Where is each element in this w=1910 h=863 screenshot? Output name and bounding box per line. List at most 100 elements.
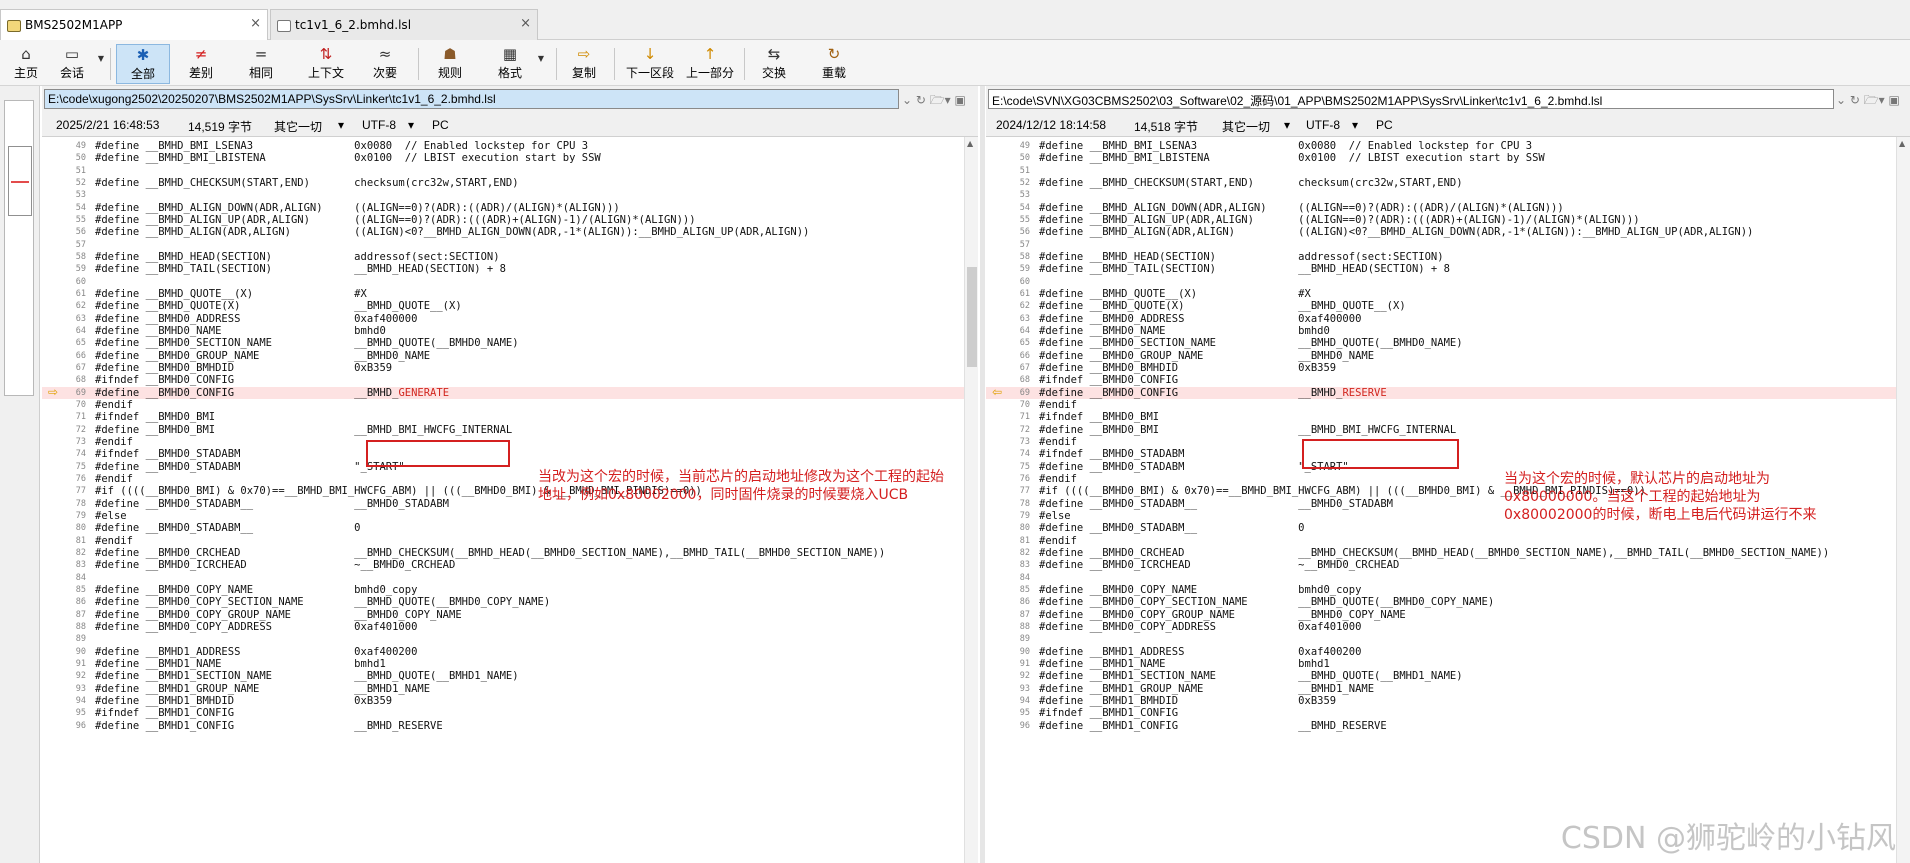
left-code-line[interactable]: 85 #define __BMHD0_COPY_NAME bmhd0_copy xyxy=(42,584,964,596)
dropdown-icon[interactable]: ⌄ xyxy=(902,93,912,107)
home-button[interactable]: ⌂ 主页 xyxy=(8,44,44,84)
right-code-line[interactable]: 61 #define __BMHD_QUOTE__(X) #X xyxy=(986,288,1896,300)
right-code-line[interactable]: 85 #define __BMHD0_COPY_NAME bmhd0_copy xyxy=(986,584,1896,596)
show-diff-button[interactable]: ≠ 差别 xyxy=(176,44,226,84)
close-icon[interactable]: × xyxy=(250,16,261,31)
tab-file[interactable]: tc1v1_6_2.bmhd.lsl × xyxy=(270,9,538,40)
right-path-input[interactable]: E:\code\SVN\XG03CBMS2502\03_Software\02_… xyxy=(988,89,1834,109)
tab-session[interactable]: BMS2502M1APP × xyxy=(0,9,268,40)
left-code-line[interactable]: 50 #define __BMHD_BMI_LBISTENA 0x0100 // … xyxy=(42,152,964,164)
folder-open-icon[interactable]: 🗁▾ xyxy=(1864,93,1885,107)
right-code-line[interactable]: 56 #define __BMHD_ALIGN(ADR,ALIGN) ((ALIG… xyxy=(986,226,1896,238)
right-code-line[interactable]: 91 #define __BMHD1_NAME bmhd1 xyxy=(986,658,1896,670)
context-button[interactable]: ⇅ 上下文 xyxy=(300,44,352,84)
left-code-line[interactable]: 88 #define __BMHD0_COPY_ADDRESS 0xaf40100… xyxy=(42,621,964,633)
left-code-line[interactable]: 59 #define __BMHD_TAIL(SECTION) __BMHD_HE… xyxy=(42,263,964,275)
left-code-line[interactable]: 79 #else xyxy=(42,510,964,522)
right-code-line[interactable]: 62 #define __BMHD_QUOTE(X) __BMHD_QUOTE__… xyxy=(986,300,1896,312)
next-section-button[interactable]: ↓ 下一区段 xyxy=(622,44,678,84)
left-code-line[interactable]: 70 #endif xyxy=(42,399,964,411)
right-code-line[interactable]: 70 #endif xyxy=(986,399,1896,411)
history-icon[interactable]: ↻ xyxy=(916,93,926,107)
right-code-line[interactable]: 96 #define __BMHD1_CONFIG __BMHD_RESERVE xyxy=(986,720,1896,732)
left-code-line[interactable]: 53 xyxy=(42,189,964,201)
right-code-line[interactable]: 72 #define __BMHD0_BMI __BMHD_BMI_HWCFG_I… xyxy=(986,424,1896,436)
right-code-line[interactable]: 92 #define __BMHD1_SECTION_NAME __BMHD_QU… xyxy=(986,670,1896,682)
left-code-line[interactable]: 80 #define __BMHD0_STADABM__ 0 xyxy=(42,522,964,534)
left-code-line[interactable]: 66 #define __BMHD0_GROUP_NAME __BMHD0_NAM… xyxy=(42,350,964,362)
left-code-line[interactable]: 55 #define __BMHD_ALIGN_UP(ADR,ALIGN) ((A… xyxy=(42,214,964,226)
chevron-down-icon[interactable]: ▾ xyxy=(338,118,344,132)
reload-button[interactable]: ↻ 重载 xyxy=(812,44,856,84)
left-code-line[interactable]: 89 xyxy=(42,633,964,645)
right-code-line[interactable]: 84 xyxy=(986,572,1896,584)
right-code-line[interactable]: 63 #define __BMHD0_ADDRESS 0xaf400000 xyxy=(986,313,1896,325)
left-code-line[interactable]: 87 #define __BMHD0_COPY_GROUP_NAME __BMHD… xyxy=(42,609,964,621)
left-code-line[interactable]: 83 #define __BMHD0_ICRCHEAD ~__BMHD0_CRCH… xyxy=(42,559,964,571)
right-encoding-select[interactable]: UTF-8 xyxy=(1306,118,1340,132)
right-code-line[interactable]: 49 #define __BMHD_BMI_LSENA3 0x0080 // En… xyxy=(986,140,1896,152)
right-scrollbar[interactable]: ▲ xyxy=(1896,137,1910,863)
right-code-line[interactable]: 80 #define __BMHD0_STADABM__ 0 xyxy=(986,522,1896,534)
left-code-line[interactable]: 49 #define __BMHD_BMI_LSENA3 0x0080 // En… xyxy=(42,140,964,152)
right-code-line[interactable]: 90 #define __BMHD1_ADDRESS 0xaf400200 xyxy=(986,646,1896,658)
right-code-line[interactable]: 50 #define __BMHD_BMI_LBISTENA 0x0100 // … xyxy=(986,152,1896,164)
right-code-line[interactable]: 66 #define __BMHD0_GROUP_NAME __BMHD0_NAM… xyxy=(986,350,1896,362)
right-code-line[interactable]: 83 #define __BMHD0_ICRCHEAD ~__BMHD0_CRCH… xyxy=(986,559,1896,571)
right-code-line[interactable]: 67 #define __BMHD0_BMHDID 0xB359 xyxy=(986,362,1896,374)
rules-button[interactable]: ☗ 规则 xyxy=(428,44,472,84)
chevron-down-icon[interactable]: ▾ xyxy=(408,118,414,132)
right-code-line[interactable]: 95 #ifndef __BMHD1_CONFIG xyxy=(986,707,1896,719)
left-code-line[interactable]: 62 #define __BMHD_QUOTE(X) __BMHD_QUOTE__… xyxy=(42,300,964,312)
left-other-select[interactable]: 其它一切 xyxy=(274,118,322,135)
left-code-line[interactable]: 69 #define __BMHD0_CONFIG __BMHD_GENERATE xyxy=(42,386,964,399)
prev-section-button[interactable]: ↑ 上一部分 xyxy=(682,44,738,84)
chevron-down-icon[interactable]: ▾ xyxy=(1352,118,1358,132)
copy-button[interactable]: ⇨ 复制 xyxy=(566,44,602,84)
left-code-line[interactable]: 51 xyxy=(42,165,964,177)
right-code-line[interactable]: 53 xyxy=(986,189,1896,201)
dropdown-icon[interactable]: ⌄ xyxy=(1836,93,1846,107)
left-code-line[interactable]: 58 #define __BMHD_HEAD(SECTION) addressof… xyxy=(42,251,964,263)
left-scrollbar[interactable]: ▲ xyxy=(964,137,978,863)
left-code-line[interactable]: 82 #define __BMHD0_CRCHEAD __BMHD_CHECKSU… xyxy=(42,547,964,559)
right-code-line[interactable]: 82 #define __BMHD0_CRCHEAD __BMHD_CHECKSU… xyxy=(986,547,1896,559)
right-code-line[interactable]: 54 #define __BMHD_ALIGN_DOWN(ADR,ALIGN) (… xyxy=(986,202,1896,214)
left-code-line[interactable]: 67 #define __BMHD0_BMHDID 0xB359 xyxy=(42,362,964,374)
left-code-line[interactable]: 72 #define __BMHD0_BMI __BMHD_BMI_HWCFG_I… xyxy=(42,424,964,436)
right-code-line[interactable]: 87 #define __BMHD0_COPY_GROUP_NAME __BMHD… xyxy=(986,609,1896,621)
right-code-line[interactable]: 71 #ifndef __BMHD0_BMI xyxy=(986,411,1896,423)
left-code-line[interactable]: 68 #ifndef __BMHD0_CONFIG xyxy=(42,374,964,386)
left-code-line[interactable]: 65 #define __BMHD0_SECTION_NAME __BMHD_QU… xyxy=(42,337,964,349)
right-code-line[interactable]: 68 #ifndef __BMHD0_CONFIG xyxy=(986,374,1896,386)
left-code-line[interactable]: 63 #define __BMHD0_ADDRESS 0xaf400000 xyxy=(42,313,964,325)
left-code-line[interactable]: 60 xyxy=(42,276,964,288)
left-code-line[interactable]: 71 #ifndef __BMHD0_BMI xyxy=(42,411,964,423)
save-icon[interactable]: ▣ xyxy=(1889,93,1900,107)
left-code-line[interactable]: 84 xyxy=(42,572,964,584)
right-other-select[interactable]: 其它一切 xyxy=(1222,118,1270,135)
diff-arrow-icon[interactable]: ⇨ xyxy=(48,385,58,399)
right-code-line[interactable]: 59 #define __BMHD_TAIL(SECTION) __BMHD_HE… xyxy=(986,263,1896,275)
left-code-line[interactable]: 96 #define __BMHD1_CONFIG __BMHD_RESERVE xyxy=(42,720,964,732)
left-code-line[interactable]: 61 #define __BMHD_QUOTE__(X) #X xyxy=(42,288,964,300)
right-code-line[interactable]: 69 #define __BMHD0_CONFIG __BMHD_RESERVE xyxy=(986,386,1896,399)
left-code-line[interactable]: 93 #define __BMHD1_GROUP_NAME __BMHD1_NAM… xyxy=(42,683,964,695)
chevron-down-icon[interactable]: ▾ xyxy=(1284,118,1290,132)
diff-arrow-icon[interactable]: ⇦ xyxy=(992,385,1002,399)
left-code-line[interactable]: 57 xyxy=(42,239,964,251)
format-button[interactable]: ▦ 格式 ▼ xyxy=(488,44,544,84)
right-code-line[interactable]: 55 #define __BMHD_ALIGN_UP(ADR,ALIGN) ((A… xyxy=(986,214,1896,226)
minor-button[interactable]: ≈ 次要 xyxy=(362,44,408,84)
session-button[interactable]: ▭ 会话 ▼ xyxy=(52,44,104,84)
history-icon[interactable]: ↻ xyxy=(1850,93,1860,107)
scroll-up-icon[interactable]: ▲ xyxy=(967,139,973,148)
left-code-line[interactable]: 90 #define __BMHD1_ADDRESS 0xaf400200 xyxy=(42,646,964,658)
save-icon[interactable]: ▣ xyxy=(955,93,966,107)
left-code-line[interactable]: 64 #define __BMHD0_NAME bmhd0 xyxy=(42,325,964,337)
right-code-line[interactable]: 86 #define __BMHD0_COPY_SECTION_NAME __BM… xyxy=(986,596,1896,608)
left-code-line[interactable]: 91 #define __BMHD1_NAME bmhd1 xyxy=(42,658,964,670)
right-code-line[interactable]: 88 #define __BMHD0_COPY_ADDRESS 0xaf40100… xyxy=(986,621,1896,633)
left-encoding-select[interactable]: UTF-8 xyxy=(362,118,396,132)
left-code-line[interactable]: 56 #define __BMHD_ALIGN(ADR,ALIGN) ((ALIG… xyxy=(42,226,964,238)
